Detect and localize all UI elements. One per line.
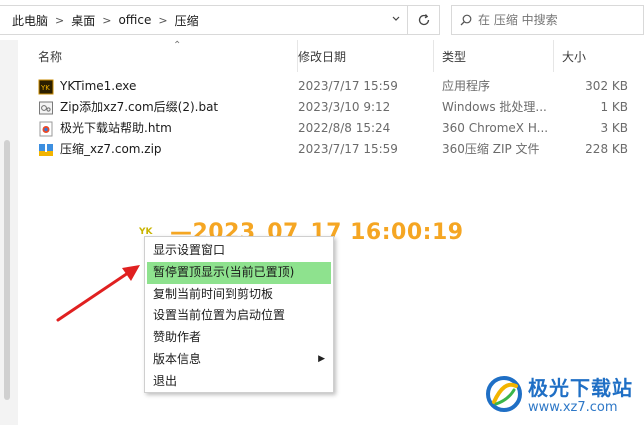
file-row[interactable]: 极光下载站帮助.htm 2022/8/8 15:24 360 ChromeX H…	[18, 118, 644, 139]
file-row[interactable]: 压缩_xz7.com.zip 2023/7/17 15:59 360压缩 ZIP…	[18, 139, 644, 160]
menu-item-label: 退出	[153, 373, 178, 388]
search-input[interactable]	[478, 13, 628, 27]
menu-item-set-start-position[interactable]: 设置当前位置为启动位置	[145, 305, 333, 327]
menu-item-copy-time[interactable]: 复制当前时间到剪切板	[145, 284, 333, 306]
breadcrumb-separator-icon[interactable]: >	[99, 14, 114, 27]
menu-item-pause-topmost[interactable]: 暂停置顶显示(当前已置顶)	[147, 261, 331, 284]
menu-item-sponsor[interactable]: 赞助作者	[145, 327, 333, 349]
zip-icon	[39, 143, 53, 156]
file-date: 2023/7/17 15:59	[298, 142, 398, 156]
file-name: 压缩_xz7.com.zip	[60, 142, 162, 156]
breadcrumb-compress[interactable]: 压缩	[171, 12, 203, 29]
context-menu: 显示设置窗口 暂停置顶显示(当前已置顶) 复制当前时间到剪切板 设置当前位置为启…	[144, 236, 334, 393]
breadcrumb-desktop[interactable]: 桌面	[67, 12, 99, 29]
watermark-logo-icon	[486, 376, 522, 412]
file-type: 360压缩 ZIP 文件	[442, 142, 540, 156]
file-row[interactable]: Zip添加xz7.com后缀(2).bat 2023/3/10 9:12 Win…	[18, 97, 644, 118]
menu-item-version-info[interactable]: 版本信息 ▶	[145, 349, 333, 371]
explorer-toolbar: 此电脑 > 桌面 > office > 压缩	[0, 0, 644, 40]
file-type: 应用程序	[442, 79, 491, 93]
navigation-pane-edge	[0, 40, 18, 425]
menu-item-label: 版本信息	[153, 351, 202, 366]
watermark-title: 极光下载站	[528, 376, 633, 400]
file-size: 302 KB	[585, 79, 628, 93]
file-date: 2023/3/10 9:12	[298, 100, 391, 114]
search-icon	[460, 14, 472, 26]
file-size: 228 KB	[585, 142, 628, 156]
file-row[interactable]: YK YKTime1.exe 2023/7/17 15:59 应用程序 302 …	[18, 76, 644, 97]
menu-item-show-settings[interactable]: 显示设置窗口	[145, 240, 333, 262]
menu-item-label: 暂停置顶显示(当前已置顶)	[153, 264, 295, 279]
submenu-arrow-icon: ▶	[318, 353, 325, 364]
menu-item-exit[interactable]: 退出	[145, 371, 333, 393]
file-name: Zip添加xz7.com后缀(2).bat	[60, 100, 219, 114]
nav-scrollbar-thumb[interactable]	[4, 140, 10, 400]
breadcrumb-separator-icon[interactable]: >	[52, 14, 67, 27]
column-name[interactable]: 名称	[30, 40, 298, 72]
column-size[interactable]: 大小	[554, 40, 644, 72]
column-type[interactable]: 类型	[434, 40, 554, 72]
chevron-down-icon[interactable]	[391, 14, 401, 24]
svg-text:YK: YK	[40, 84, 50, 92]
menu-item-label: 设置当前位置为启动位置	[153, 308, 286, 323]
bat-icon	[39, 101, 53, 114]
file-size: 1 KB	[600, 100, 628, 114]
file-size: 3 KB	[600, 121, 628, 135]
breadcrumb-separator-icon[interactable]: >	[155, 14, 170, 27]
refresh-button[interactable]	[408, 5, 440, 35]
file-date: 2023/7/17 15:59	[298, 79, 398, 93]
column-header: ⌃ 名称 修改日期 类型 大小	[18, 40, 644, 72]
column-date[interactable]: 修改日期	[290, 40, 434, 72]
menu-item-label: 显示设置窗口	[153, 243, 226, 257]
refresh-icon	[418, 14, 429, 26]
breadcrumb-this-pc[interactable]: 此电脑	[8, 12, 52, 29]
file-type: Windows 批处理...	[442, 100, 547, 114]
file-name: 极光下载站帮助.htm	[60, 121, 172, 135]
file-date: 2022/8/8 15:24	[298, 121, 391, 135]
address-bar[interactable]: 此电脑 > 桌面 > office > 压缩	[0, 5, 408, 35]
watermark-url: www.xz7.com	[528, 400, 618, 415]
file-type: 360 ChromeX H...	[442, 121, 549, 135]
file-name: YKTime1.exe	[60, 79, 137, 93]
breadcrumb-office[interactable]: office	[114, 13, 155, 27]
menu-item-label: 复制当前时间到剪切板	[153, 286, 274, 301]
menu-item-label: 赞助作者	[153, 330, 202, 345]
exe-icon: YK	[38, 79, 54, 94]
htm-icon	[39, 121, 53, 136]
search-box[interactable]	[451, 5, 644, 35]
watermark: 极光下载站 www.xz7.com	[484, 372, 644, 425]
